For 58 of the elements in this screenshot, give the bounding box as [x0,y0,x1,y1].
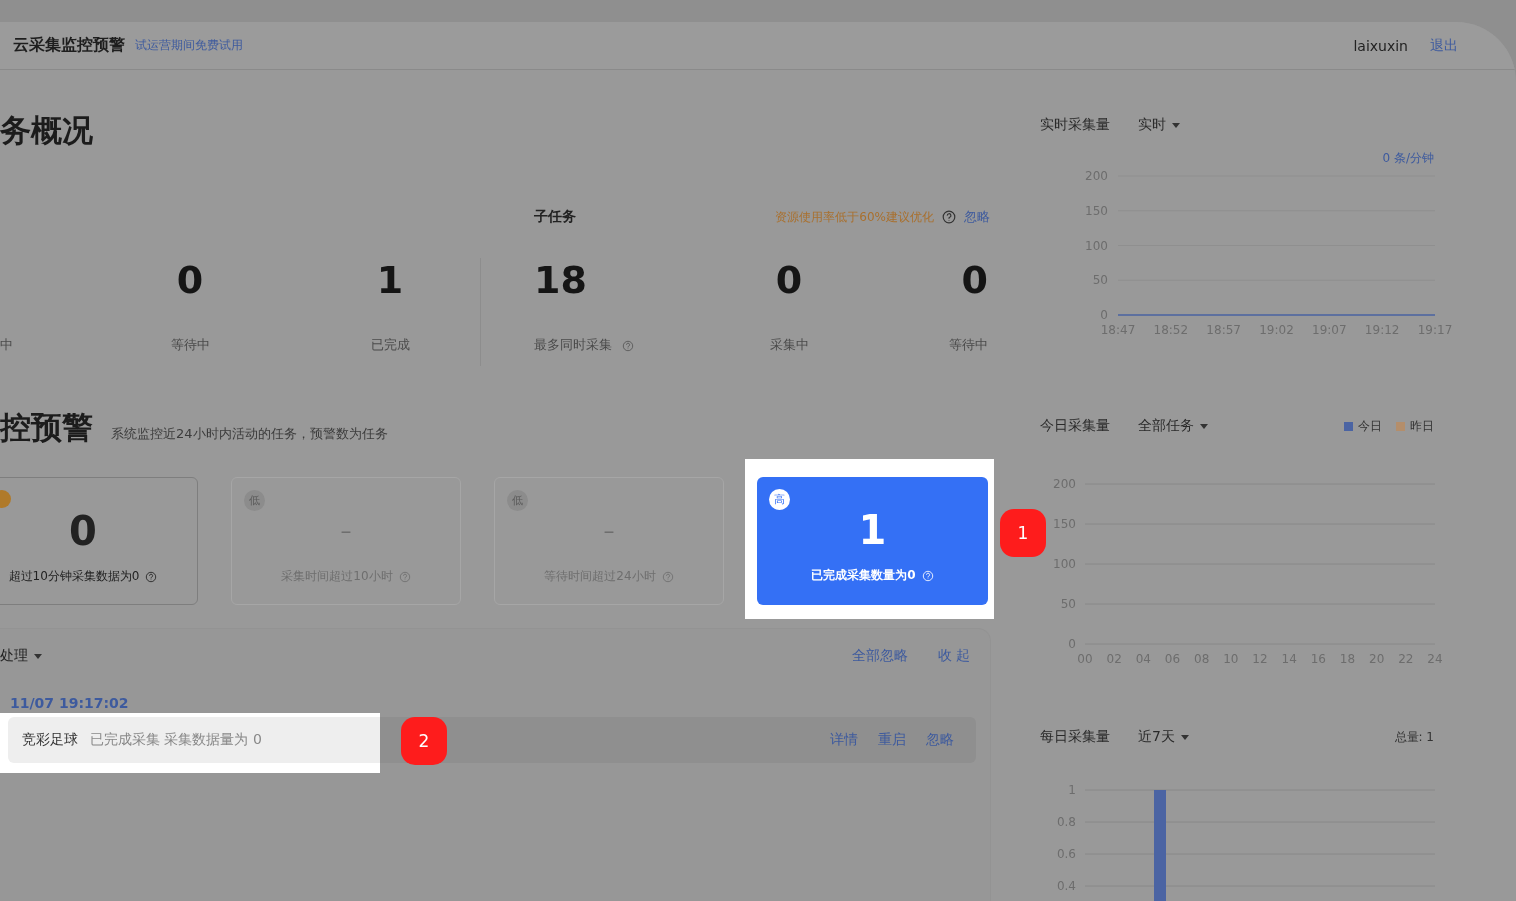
card-description: 超过10分钟采集数据为0 [8,568,140,585]
caret-icon [1200,423,1208,429]
stat-value: 18 [534,258,587,302]
user-name: laixuxin [1353,37,1408,54]
resource-warning: 资源使用率低于60%建议优化 [775,208,934,226]
range-dropdown[interactable]: 实时 [1138,116,1166,134]
help-icon[interactable] [942,210,956,224]
stat-value: 0 [961,258,988,302]
range-dropdown[interactable]: 近7天 [1138,728,1175,746]
app-title: 云采集监控预警 [13,35,125,56]
help-icon[interactable] [145,570,158,583]
total-count: 总量: 1 [1394,728,1434,746]
subtask-title: 子任务 [534,208,576,226]
card-value: – [340,517,352,545]
stat-label: 已完成 [370,336,410,354]
section-title: 控预警 [0,409,93,445]
task-dropdown[interactable]: 全部任务 [1138,417,1194,435]
rate-reading: 0 条/分钟 [1382,150,1434,167]
ignore-all-link[interactable]: 全部忽略 [851,647,908,665]
collapse-link[interactable]: 收 起 [937,647,970,665]
legend-label: 今日 [1358,417,1382,435]
section-subtitle: 系统监控近24小时内活动的任务，预警数为任务 [111,425,388,443]
step-marker: 2 [401,717,447,765]
stat-label: 采集中 [769,336,809,354]
stat-value: 0 [775,258,803,302]
row-action-link[interactable]: 忽略 [926,731,954,749]
legend-label: 昨日 [1410,417,1434,435]
chart-title: 实时采集量 [1040,116,1110,134]
card-description: 已完成采集数量为0 [811,567,916,584]
section-title: 务概况 [0,112,94,148]
stat-label: 等待中 [949,336,988,354]
stat-label: 等待中 [170,336,210,354]
chart-title: 今日采集量 [1040,417,1110,435]
task-name: 竞彩足球 [22,731,78,749]
level-badge: 高 [769,489,790,510]
ignore-link[interactable]: 忽略 [964,208,990,226]
step-marker: 1 [1000,509,1046,557]
card-value: 1 [858,507,887,553]
caret-icon [1172,122,1180,128]
row-action-link[interactable]: 重启 [878,731,906,749]
alert-time: 11/07 19:17:02 [10,695,130,711]
stat-value: 0 [176,258,204,302]
trial-note[interactable]: 试运营期间免费试用 [135,37,243,54]
help-icon[interactable] [622,340,634,352]
alert-card[interactable]: 高 1 已完成采集数量为0 [757,477,988,605]
alert-card[interactable]: 0 超过10分钟采集数据为0 [0,477,198,605]
caret-icon [1180,734,1189,740]
chart-title: 每日采集量 [1040,728,1110,746]
stat-label: 中 [0,336,13,354]
logout-link[interactable]: 退出 [1430,36,1458,55]
stat-label: 最多同时采集 [534,336,612,354]
stat-value: 1 [376,258,404,302]
card-value: 0 [69,508,97,554]
caret-icon [34,653,42,659]
row-action-link[interactable]: 详情 [830,731,858,749]
card-value: – [603,517,615,545]
status-dropdown[interactable]: 处理 [0,647,28,665]
alert-message: 已完成采集 采集数据量为 0 [90,731,262,749]
